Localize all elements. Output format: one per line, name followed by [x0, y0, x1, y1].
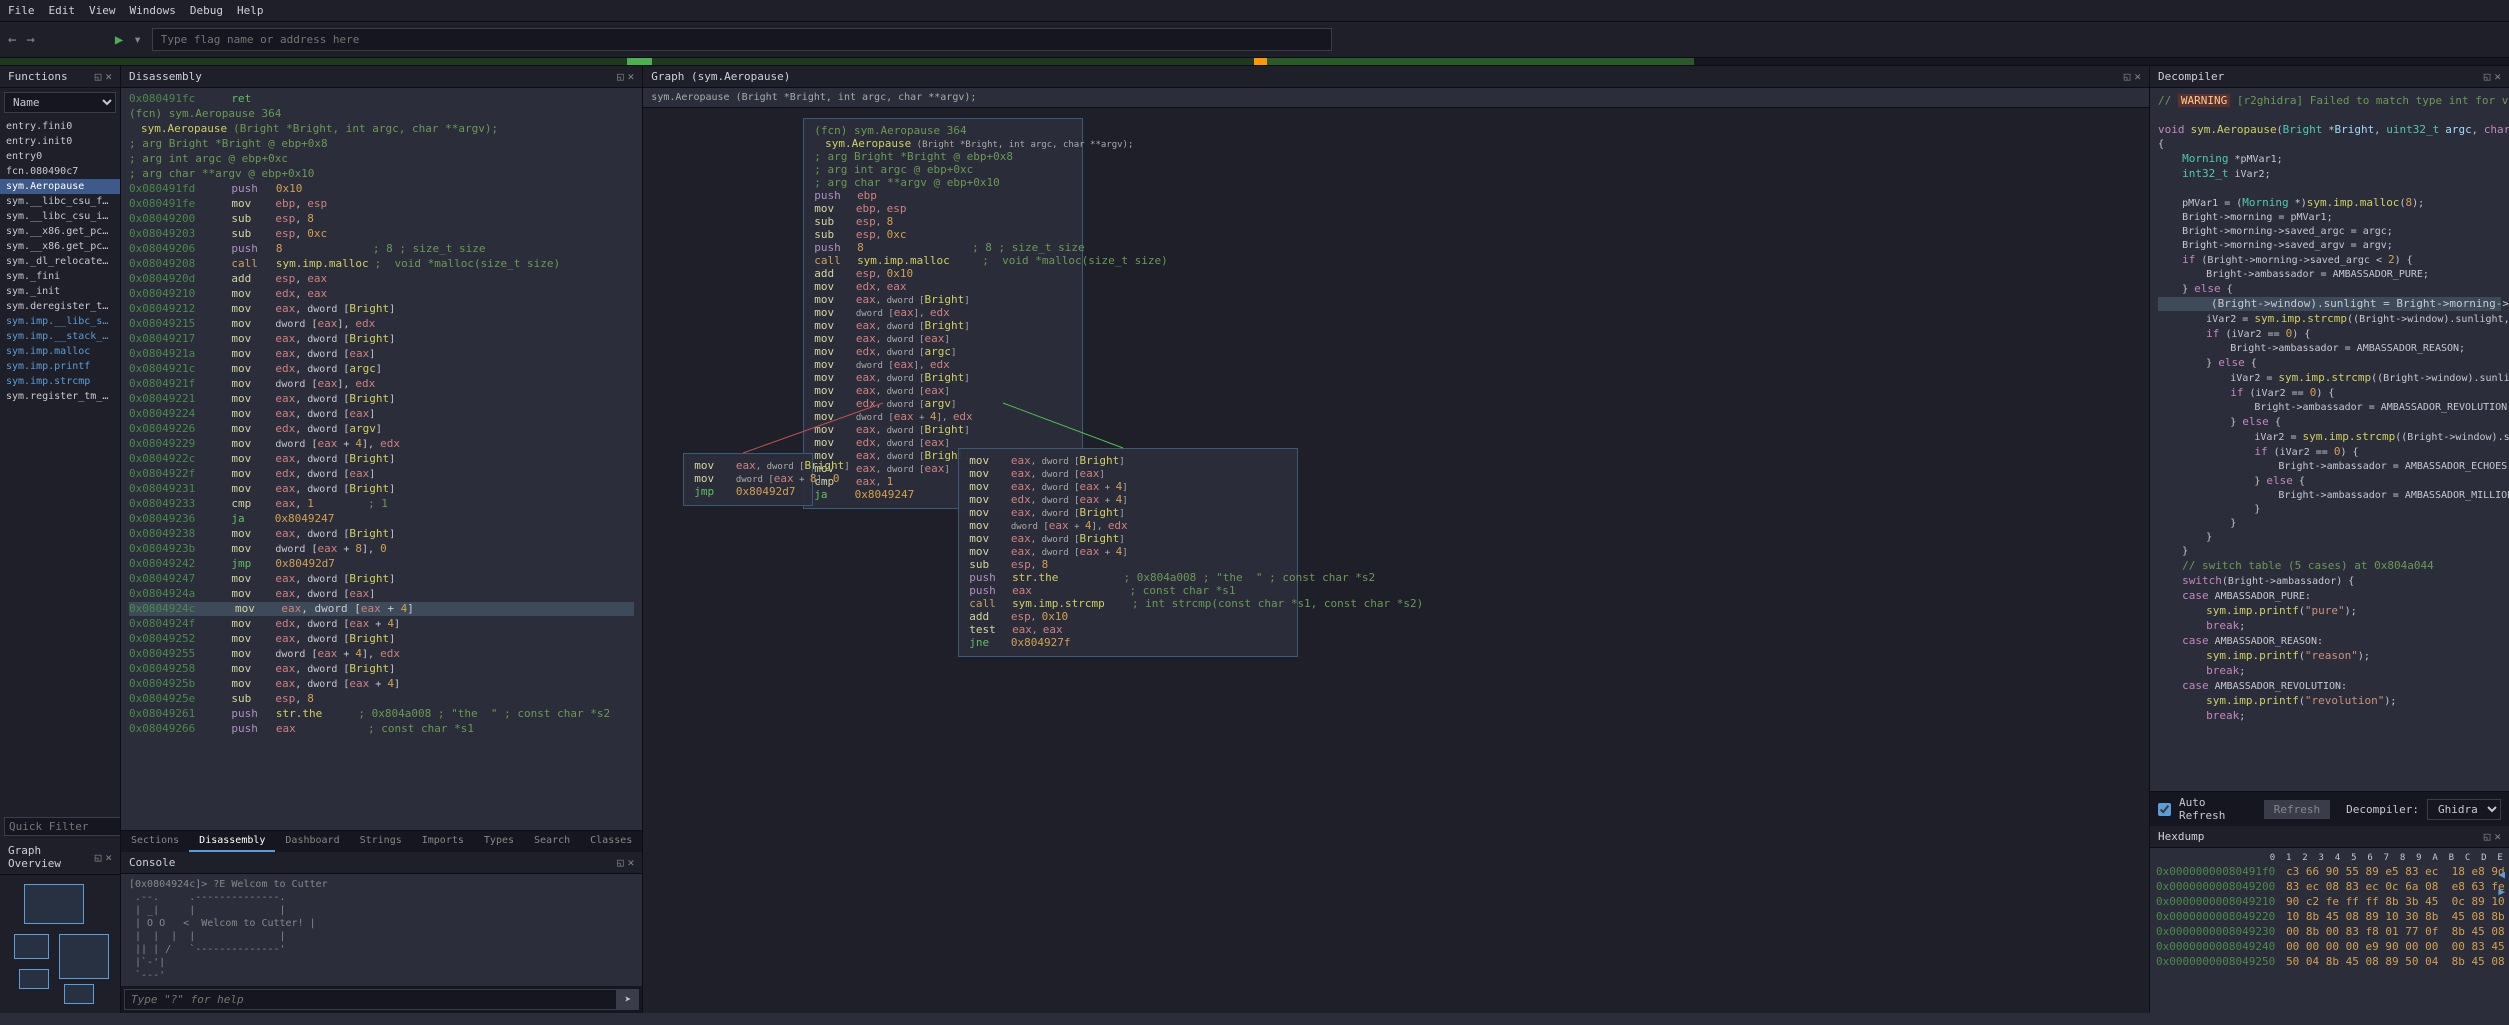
tab-imports[interactable]: Imports [412, 831, 474, 852]
close-icon[interactable]: ✕ [2134, 70, 2141, 83]
close-icon[interactable]: ✕ [628, 856, 635, 869]
console-send-button[interactable]: ➤ [617, 989, 640, 1010]
menu-view[interactable]: View [89, 4, 116, 17]
decompiler-label: Decompiler: [2346, 803, 2419, 816]
restore-icon[interactable]: ◱ [2484, 70, 2491, 83]
function-item[interactable]: sym.__libc_csu_fini [0, 194, 120, 209]
hex-next-icon[interactable]: ▶ [2498, 885, 2505, 898]
function-item[interactable]: sym._fini [0, 269, 120, 284]
run-icon[interactable]: ▶ [115, 32, 123, 48]
graph-canvas[interactable]: (fcn) sym.Aeropause 364 sym.Aeropause (B… [643, 108, 2149, 1013]
decompiler-controls: Auto Refresh Refresh Decompiler: Ghidra [2150, 791, 2509, 826]
decompiler-engine-select[interactable]: Ghidra [2427, 799, 2501, 820]
graph-overview-header: Graph Overview ◱✕ [0, 840, 120, 875]
close-icon[interactable]: ✕ [628, 70, 635, 83]
menu-debug[interactable]: Debug [190, 4, 223, 17]
graph-overview-canvas[interactable] [4, 879, 116, 1009]
close-icon[interactable]: ✕ [2494, 830, 2501, 843]
function-item[interactable]: sym._dl_relocate_static_pie [0, 254, 120, 269]
bottom-tabs: SectionsDisassemblyDashboardStringsImpor… [121, 830, 642, 852]
nav-back-icon[interactable]: ← [8, 32, 16, 48]
tab-sections[interactable]: Sections [121, 831, 189, 852]
hex-prev-icon[interactable]: ◀ [2498, 868, 2505, 881]
toolbar: ← → ▶ ▾ [0, 22, 2509, 58]
disassembly-header: Disassembly ◱✕ [121, 66, 642, 88]
function-item[interactable]: sym.imp.__libc_start_main [0, 314, 120, 329]
close-icon[interactable]: ✕ [105, 70, 112, 83]
function-item[interactable]: fcn.080490c7 [0, 164, 120, 179]
function-item[interactable]: entry0 [0, 149, 120, 164]
restore-icon[interactable]: ◱ [2124, 70, 2131, 83]
overview-bar[interactable] [0, 58, 2509, 66]
function-item[interactable]: entry.init0 [0, 134, 120, 149]
menubar: File Edit View Windows Debug Help [0, 0, 2509, 22]
function-item[interactable]: sym.imp.printf [0, 359, 120, 374]
tab-dashboard[interactable]: Dashboard [275, 831, 349, 852]
function-item[interactable]: sym.imp.__stack_chk_fail [0, 329, 120, 344]
close-icon[interactable]: ✕ [2494, 70, 2501, 83]
address-input[interactable] [152, 28, 1332, 51]
function-item[interactable]: sym.imp.strcmp [0, 374, 120, 389]
tab-disassembly[interactable]: Disassembly [189, 831, 275, 852]
function-item[interactable]: sym.register_tm_clones [0, 389, 120, 404]
restore-icon[interactable]: ◱ [2484, 830, 2491, 843]
functions-sort-select[interactable]: Name [4, 92, 116, 113]
menu-windows[interactable]: Windows [130, 4, 176, 17]
function-item[interactable]: sym.__x86.get_pc_thunk.bx [0, 239, 120, 254]
console-output: [0x0804924c]> ?E Welcom to Cutter .--. .… [121, 874, 642, 986]
auto-refresh-checkbox[interactable] [2158, 803, 2171, 816]
graph-header: Graph (sym.Aeropause) ◱✕ [643, 66, 2149, 88]
console-header: Console ◱✕ [121, 852, 642, 874]
decompiler-header: Decompiler ◱✕ [2150, 66, 2509, 88]
disassembly-view[interactable]: 0x080491fc ret (fcn) sym.Aeropause 364 s… [121, 88, 642, 830]
close-icon[interactable]: ✕ [105, 851, 112, 864]
restore-icon[interactable]: ◱ [95, 70, 102, 83]
function-item[interactable]: sym._init [0, 284, 120, 299]
functions-header: Functions ◱✕ [0, 66, 120, 88]
tab-strings[interactable]: Strings [350, 831, 412, 852]
tab-types[interactable]: Types [474, 831, 524, 852]
restore-icon[interactable]: ◱ [617, 856, 624, 869]
function-item[interactable]: sym.__libc_csu_init [0, 209, 120, 224]
function-item[interactable]: entry.fini0 [0, 119, 120, 134]
restore-icon[interactable]: ◱ [95, 851, 102, 864]
menu-file[interactable]: File [8, 4, 35, 17]
function-item[interactable]: sym.__x86.get_pc_thunk.bp [0, 224, 120, 239]
hexdump-view[interactable]: 0 1 2 3 4 5 6 7 8 9 A B C D E F 01234567… [2150, 848, 2509, 1013]
function-item[interactable]: sym.Aeropause [0, 179, 120, 194]
restore-icon[interactable]: ◱ [617, 70, 624, 83]
tab-classes[interactable]: Classes [580, 831, 642, 852]
decompiler-view[interactable]: // WARNING [r2ghidra] Failed to match ty… [2150, 88, 2509, 791]
function-item[interactable]: sym.imp.malloc [0, 344, 120, 359]
graph-signature: sym.Aeropause (Bright *Bright, int argc,… [643, 88, 2149, 108]
refresh-button[interactable]: Refresh [2264, 800, 2330, 819]
dropdown-icon[interactable]: ▾ [133, 32, 141, 48]
hexdump-header: Hexdump ◱✕ [2150, 826, 2509, 848]
functions-list[interactable]: entry.fini0entry.init0entry0fcn.080490c7… [0, 117, 120, 813]
nav-forward-icon[interactable]: → [26, 32, 34, 48]
function-item[interactable]: sym.deregister_tm_clones [0, 299, 120, 314]
menu-help[interactable]: Help [237, 4, 264, 17]
console-input[interactable] [124, 989, 617, 1010]
auto-refresh-label: Auto Refresh [2179, 796, 2256, 822]
menu-edit[interactable]: Edit [49, 4, 76, 17]
tab-search[interactable]: Search [524, 831, 580, 852]
